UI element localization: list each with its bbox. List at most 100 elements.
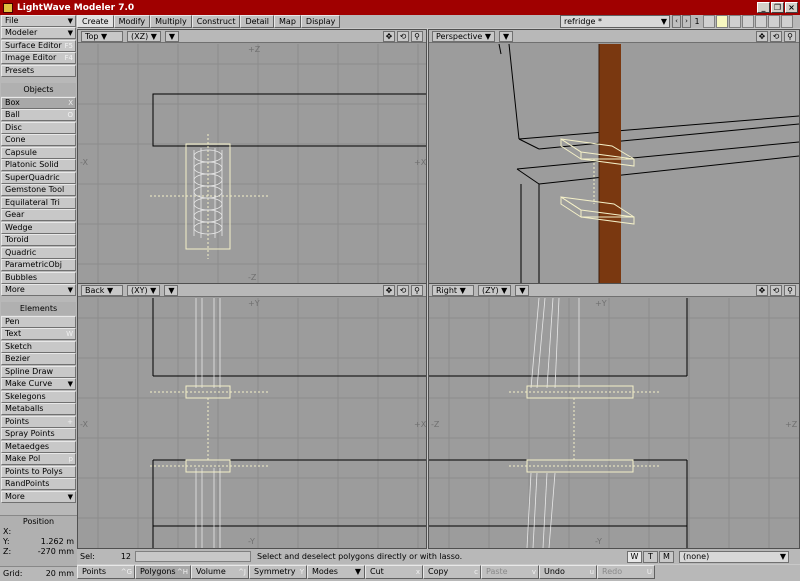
sketch-button[interactable]: Sketch — [1, 341, 76, 353]
move-view-icon[interactable]: ✥ — [383, 284, 395, 296]
points-to-polys-button[interactable]: Points to Polys — [1, 466, 76, 478]
viewport-right[interactable]: Right ▼ (ZY) ▼ ▼ ✥ ⟲ ⚲ +Y -Y -Z +Z — [428, 283, 800, 549]
rotate-view-icon[interactable]: ⟲ — [397, 30, 409, 42]
tab-display[interactable]: Display — [300, 15, 341, 28]
tab-modify[interactable]: Modify — [113, 15, 151, 28]
presets-button[interactable]: Presets — [1, 65, 76, 77]
wedge-button[interactable]: Wedge — [1, 222, 76, 234]
redo-button[interactable]: Redo U — [597, 565, 655, 579]
view-type-selector[interactable]: Back ▼ — [81, 284, 123, 296]
modeler-menu-button[interactable]: Modeler ▼ — [1, 27, 76, 39]
render-style-selector[interactable]: ▼ — [515, 284, 530, 296]
move-view-icon[interactable]: ✥ — [383, 30, 395, 42]
view-type-selector[interactable]: Perspective ▼ — [432, 30, 496, 42]
rotate-view-icon[interactable]: ⟲ — [770, 284, 782, 296]
tab-multiply[interactable]: Multiply — [150, 15, 192, 28]
vertex-map-selector[interactable]: (none) ▼ — [679, 550, 789, 563]
elements-more-button[interactable]: More ▼ — [1, 491, 76, 503]
spray-points-button[interactable]: Spray Points — [1, 428, 76, 440]
gemstone-tool-button[interactable]: Gemstone Tool — [1, 184, 76, 196]
undo-button[interactable]: Undo u — [539, 565, 597, 579]
copy-button[interactable]: Copy c — [423, 565, 481, 579]
surface-editor-button[interactable]: Surface Editor F5 — [1, 40, 76, 52]
maximize-button[interactable]: ❐ — [771, 2, 784, 13]
previous-layer-icon[interactable]: ‹ — [672, 15, 681, 28]
render-style-selector[interactable]: ▼ — [499, 30, 514, 42]
file-menu-button[interactable]: File ▼ — [1, 15, 76, 27]
viewport-top[interactable]: Top ▼ (XZ) ▼ ▼ ✥ ⟲ ⚲ +Z -Z -X +X — [77, 29, 427, 285]
polygons-mode-button[interactable]: Polygons ^H — [135, 565, 191, 579]
modes-button[interactable]: Modes ▼ — [307, 565, 365, 579]
view-type-selector[interactable]: Top ▼ — [81, 30, 123, 42]
cone-tool-button[interactable]: Cone — [1, 134, 76, 146]
rotate-view-icon[interactable]: ⟲ — [770, 30, 782, 42]
spline-draw-button[interactable]: Spline Draw — [1, 366, 76, 378]
quadric-button[interactable]: Quadric — [1, 247, 76, 259]
text-button[interactable]: Text W — [1, 328, 76, 340]
move-view-icon[interactable]: ✥ — [756, 30, 768, 42]
rotate-view-icon[interactable]: ⟲ — [397, 284, 409, 296]
disc-tool-button[interactable]: Disc — [1, 122, 76, 134]
render-style-selector[interactable]: ▼ — [164, 284, 179, 296]
tab-construct[interactable]: Construct — [191, 15, 241, 28]
randpoints-button[interactable]: RandPoints — [1, 478, 76, 490]
view-type-selector[interactable]: Right ▼ — [432, 284, 474, 296]
capsule-tool-button[interactable]: Capsule — [1, 147, 76, 159]
zoom-view-icon[interactable]: ⚲ — [411, 30, 423, 42]
view-axes-selector[interactable]: (ZY) ▼ — [478, 284, 512, 296]
layer-slot[interactable] — [742, 15, 754, 28]
points-mode-button[interactable]: Points ^G — [77, 565, 135, 579]
layer-slot[interactable] — [781, 15, 793, 28]
view-axes-selector[interactable]: (XY) ▼ — [127, 284, 161, 296]
minimize-button[interactable]: _ — [757, 2, 770, 13]
texture-map-button[interactable]: T — [643, 550, 658, 563]
viewport-perspective[interactable]: Perspective ▼ ▼ ✥ ⟲ ⚲ — [428, 29, 800, 285]
object-selector[interactable]: refridge * ▼ — [560, 15, 670, 28]
gear-button[interactable]: Gear — [1, 209, 76, 221]
tab-map[interactable]: Map — [274, 15, 301, 28]
image-editor-button[interactable]: Image Editor F4 — [1, 52, 76, 64]
metaedges-button[interactable]: Metaedges — [1, 441, 76, 453]
viewport-back[interactable]: Back ▼ (XY) ▼ ▼ ✥ ⟲ ⚲ +Y -Y -X +X — [77, 283, 427, 549]
bubbles-button[interactable]: Bubbles — [1, 272, 76, 284]
layer-slot[interactable] — [755, 15, 767, 28]
layer-slot[interactable] — [729, 15, 741, 28]
metaballs-button[interactable]: Metaballs — [1, 403, 76, 415]
ball-tool-button[interactable]: Ball O — [1, 109, 76, 121]
platonic-solid-button[interactable]: Platonic Solid — [1, 159, 76, 171]
box-tool-button[interactable]: Box X — [1, 97, 76, 109]
objects-more-button[interactable]: More ▼ — [1, 284, 76, 296]
layer-slot-active[interactable] — [716, 15, 728, 28]
pen-button[interactable]: Pen — [1, 316, 76, 328]
close-button[interactable]: × — [785, 2, 798, 13]
morph-map-button[interactable]: M — [659, 550, 674, 563]
tab-create[interactable]: Create — [77, 15, 114, 28]
zoom-view-icon[interactable]: ⚲ — [784, 30, 796, 42]
zoom-view-icon[interactable]: ⚲ — [411, 284, 423, 296]
render-style-selector[interactable]: ▼ — [164, 30, 180, 42]
lightwave-app-icon[interactable] — [3, 2, 13, 13]
parametricobj-button[interactable]: ParametricObj — [1, 259, 76, 271]
symmetry-button[interactable]: Symmetry Y — [249, 565, 307, 579]
viewport-top-canvas[interactable] — [78, 44, 426, 284]
tab-detail[interactable]: Detail — [240, 15, 275, 28]
next-layer-icon[interactable]: › — [682, 15, 691, 28]
view-axes-selector[interactable]: (XZ) ▼ — [127, 30, 161, 42]
zoom-view-icon[interactable]: ⚲ — [784, 284, 796, 296]
points-tool-button[interactable]: Points + — [1, 416, 76, 428]
make-curve-button[interactable]: Make Curve ▼ — [1, 378, 76, 390]
weight-map-button[interactable]: W — [627, 550, 642, 563]
equilateral-tri-button[interactable]: Equilateral Tri — [1, 197, 76, 209]
toroid-button[interactable]: Toroid — [1, 234, 76, 246]
layer-slot[interactable] — [768, 15, 780, 28]
paste-button[interactable]: Paste v — [481, 565, 539, 579]
make-pol-button[interactable]: Make Pol p — [1, 453, 76, 465]
volume-mode-button[interactable]: Volume ^J — [191, 565, 249, 579]
layer-slot[interactable] — [703, 15, 715, 28]
numeric-field[interactable] — [135, 551, 251, 562]
bezier-button[interactable]: Bezier — [1, 353, 76, 365]
cut-button[interactable]: Cut x — [365, 565, 423, 579]
viewport-perspective-canvas[interactable] — [429, 44, 799, 284]
viewport-right-canvas[interactable] — [429, 298, 799, 548]
viewport-back-canvas[interactable] — [78, 298, 426, 548]
